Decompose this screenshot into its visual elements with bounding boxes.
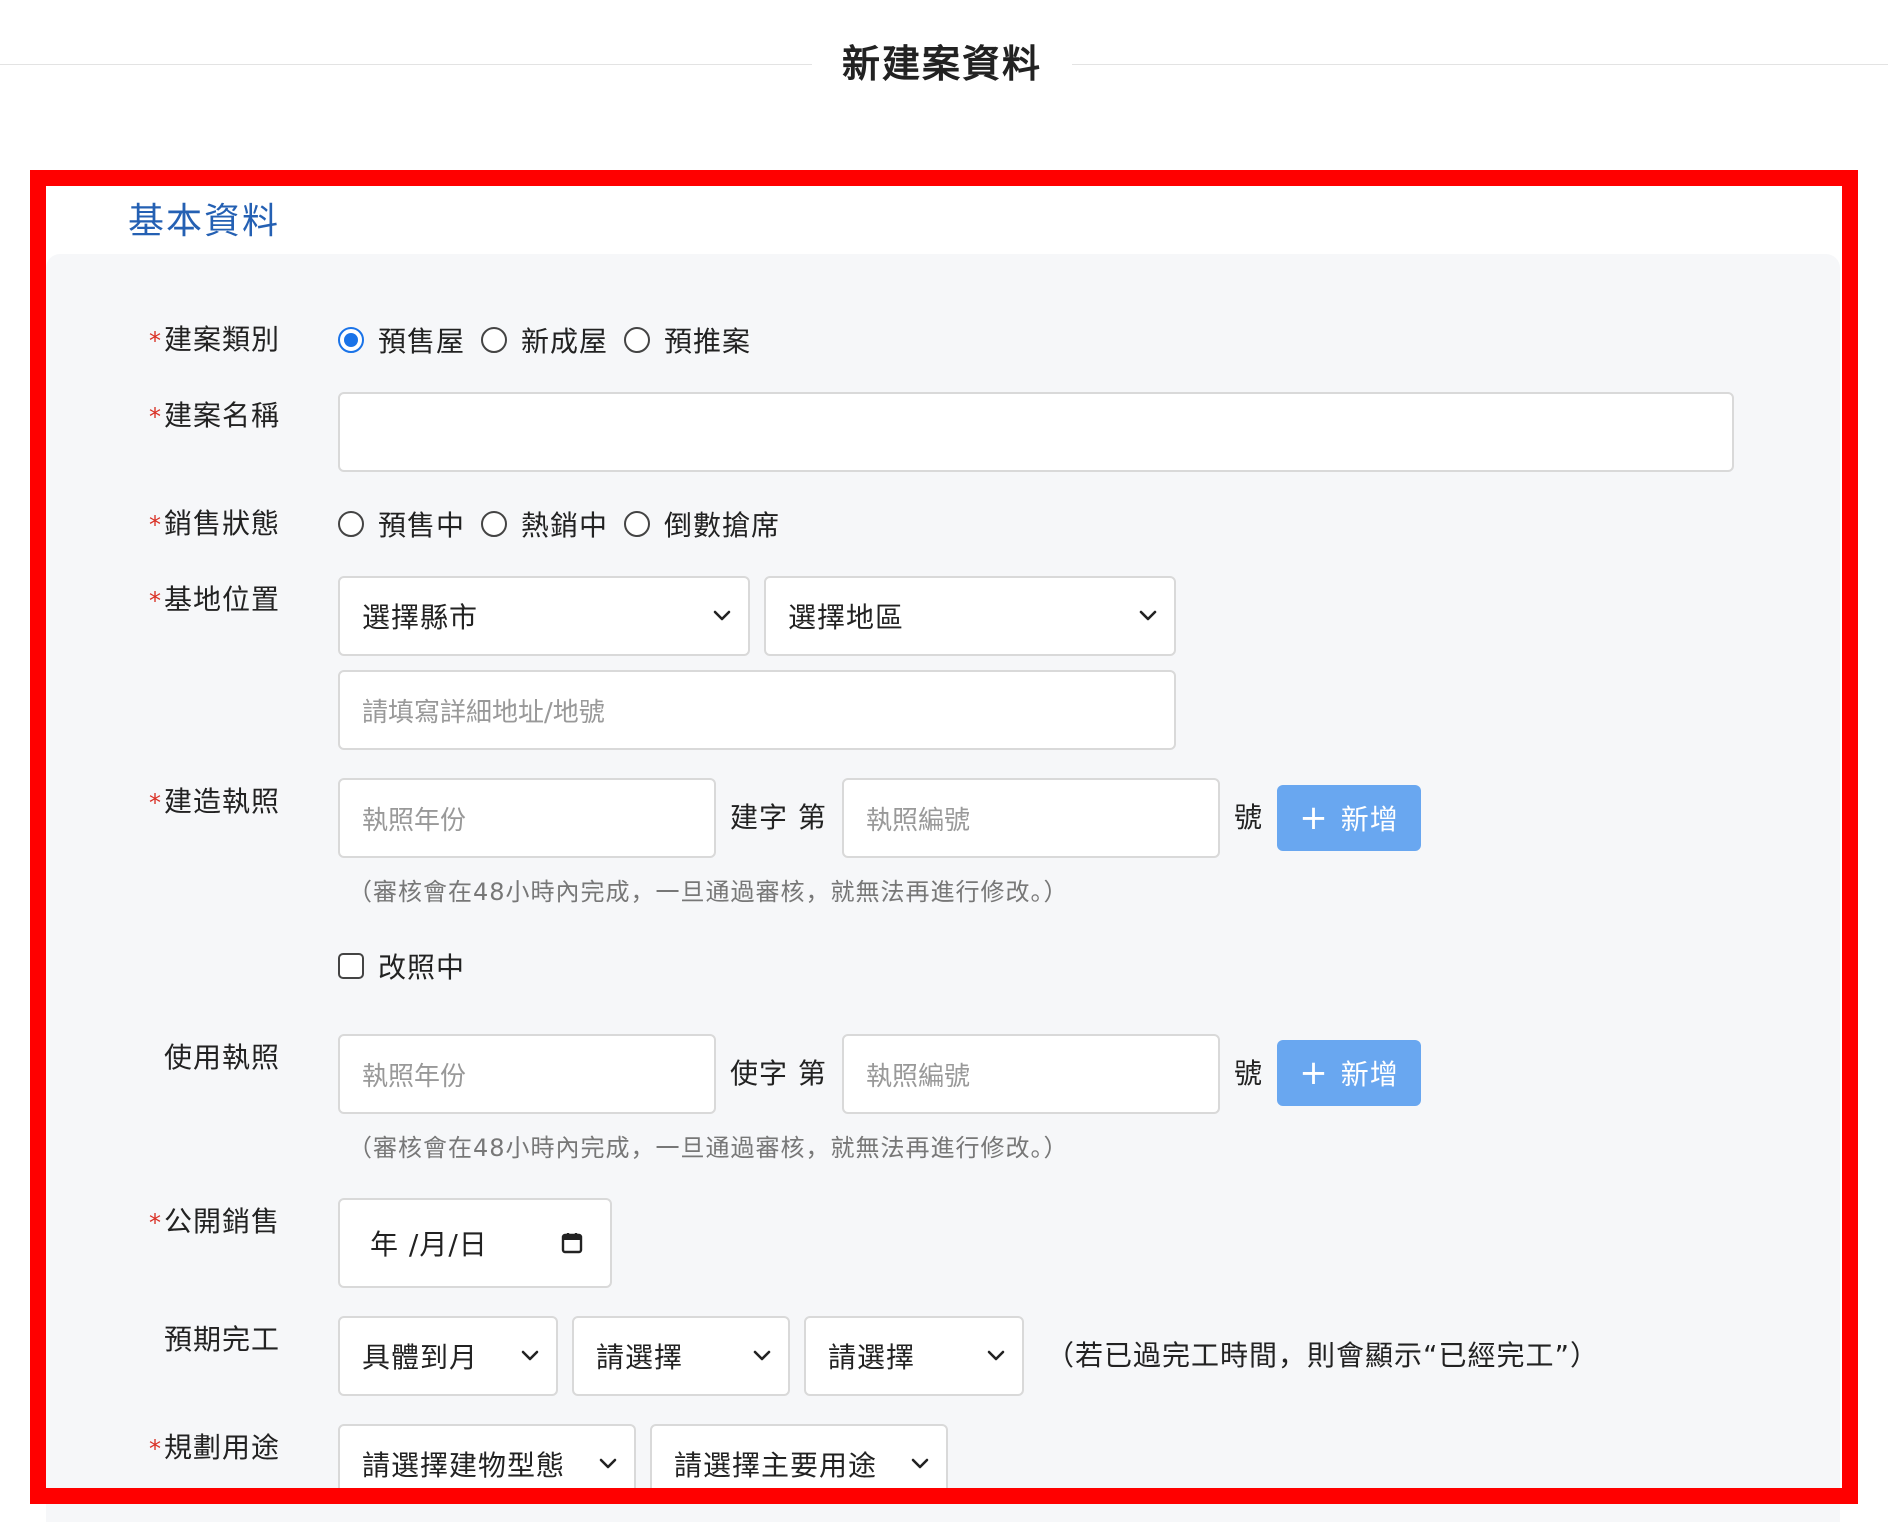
form-panel-continuation (46, 1504, 1840, 1522)
title-divider-right (1072, 64, 1888, 65)
title-divider-left (0, 64, 812, 65)
highlight-frame (30, 170, 1858, 1504)
page-title: 新建案資料 (841, 42, 1042, 86)
